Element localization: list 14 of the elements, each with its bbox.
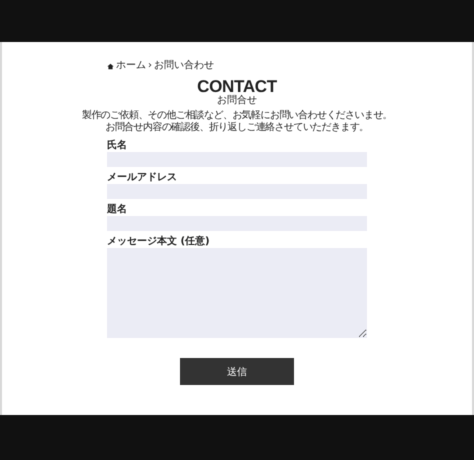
breadcrumb-current: お問い合わせ (154, 60, 214, 72)
page-title: CONTACT (196, 78, 278, 95)
intro-text: お問合せ内容の確認後、折り返しご連絡させていただきます。 (104, 122, 370, 134)
home-icon (107, 62, 114, 70)
message-field[interactable] (107, 248, 367, 338)
field-label: メールアドレス (107, 171, 178, 184)
intro-text: 製作のご依頼、その他ご相談など、お気軽にお問い合わせくださいませ。 (80, 110, 394, 122)
breadcrumb-separator: › (148, 60, 152, 72)
page-subtitle: お問合せ (216, 95, 258, 106)
field-label: メッセージ本文 (任意) (107, 235, 211, 248)
submit-button[interactable]: 送信 (180, 358, 294, 385)
breadcrumb-link[interactable]: ホーム (116, 60, 146, 72)
field-label: 題名 (107, 203, 128, 216)
field-label: 氏名 (107, 139, 128, 152)
